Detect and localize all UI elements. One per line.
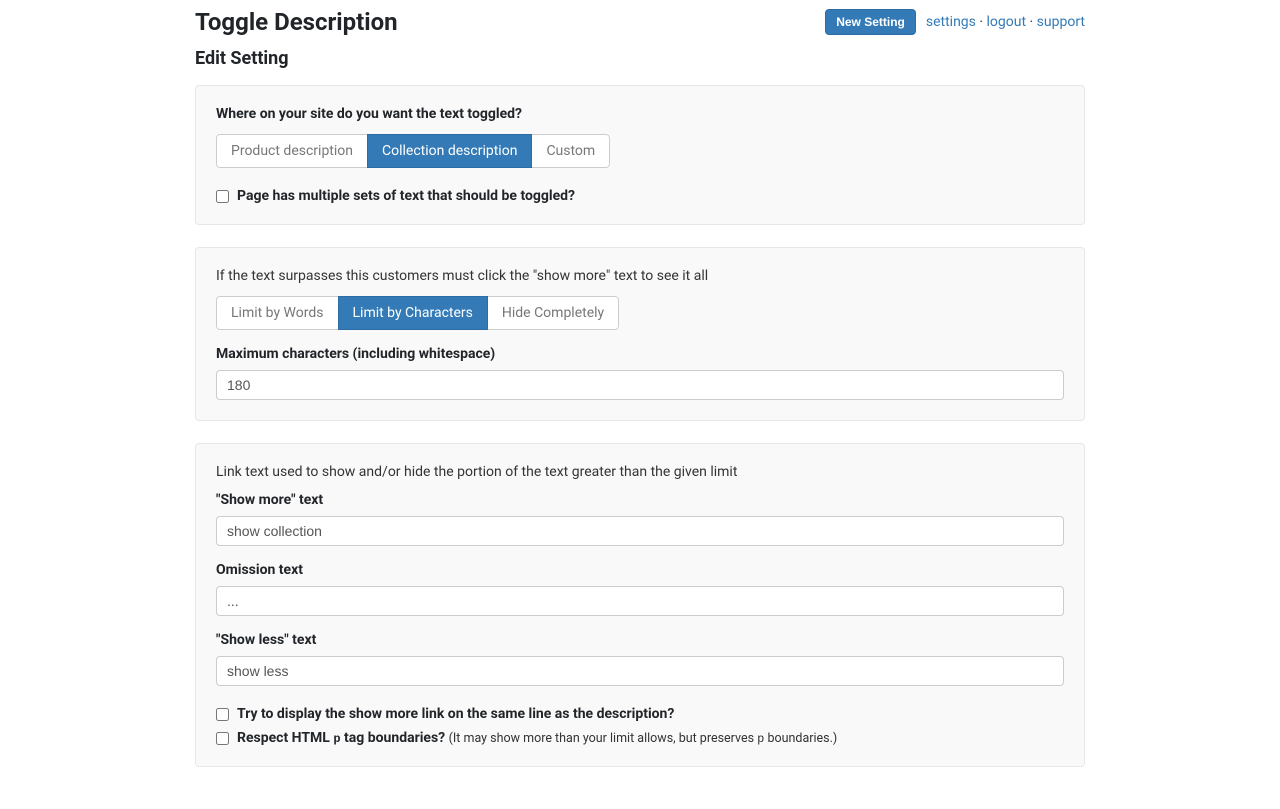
option-limit-characters[interactable]: Limit by Characters bbox=[338, 296, 488, 330]
omission-label: Omission text bbox=[216, 562, 1064, 578]
support-link[interactable]: support bbox=[1037, 14, 1085, 30]
top-links: settings · logout · support bbox=[926, 14, 1085, 30]
location-button-group: Product description Collection descripti… bbox=[216, 134, 610, 168]
code-p: p bbox=[333, 732, 340, 746]
limit-description: If the text surpasses this customers mus… bbox=[216, 268, 1064, 284]
option-collection-description[interactable]: Collection description bbox=[367, 134, 532, 168]
panel-limit: If the text surpasses this customers mus… bbox=[195, 247, 1085, 421]
limit-button-group: Limit by Words Limit by Characters Hide … bbox=[216, 296, 619, 330]
link-text-description: Link text used to show and/or hide the p… bbox=[216, 464, 1064, 480]
show-more-input[interactable] bbox=[216, 516, 1064, 546]
respect-p-checkbox[interactable] bbox=[216, 732, 229, 745]
show-more-label: "Show more" text bbox=[216, 492, 1064, 508]
location-question: Where on your site do you want the text … bbox=[216, 106, 1064, 122]
show-less-input[interactable] bbox=[216, 656, 1064, 686]
show-less-label: "Show less" text bbox=[216, 632, 1064, 648]
page-title: Toggle Description bbox=[195, 8, 398, 36]
respect-p-label: Respect HTML p tag boundaries? (It may s… bbox=[237, 730, 837, 746]
same-line-checkbox[interactable] bbox=[216, 708, 229, 721]
max-chars-input[interactable] bbox=[216, 370, 1064, 400]
option-custom[interactable]: Custom bbox=[531, 134, 610, 168]
new-setting-button[interactable]: New Setting bbox=[825, 9, 916, 35]
option-hide-completely[interactable]: Hide Completely bbox=[487, 296, 619, 330]
panel-location: Where on your site do you want the text … bbox=[195, 85, 1085, 225]
panel-link-text: Link text used to show and/or hide the p… bbox=[195, 443, 1085, 767]
settings-link[interactable]: settings bbox=[926, 14, 976, 30]
multiple-sets-checkbox[interactable] bbox=[216, 190, 229, 203]
code-p-hint: p bbox=[757, 732, 764, 746]
subtitle: Edit Setting bbox=[195, 48, 1085, 69]
omission-input[interactable] bbox=[216, 586, 1064, 616]
max-chars-label: Maximum characters (including whitespace… bbox=[216, 346, 1064, 362]
option-product-description[interactable]: Product description bbox=[216, 134, 368, 168]
option-limit-words[interactable]: Limit by Words bbox=[216, 296, 339, 330]
logout-link[interactable]: logout bbox=[987, 14, 1027, 30]
multiple-sets-label: Page has multiple sets of text that shou… bbox=[237, 188, 575, 204]
